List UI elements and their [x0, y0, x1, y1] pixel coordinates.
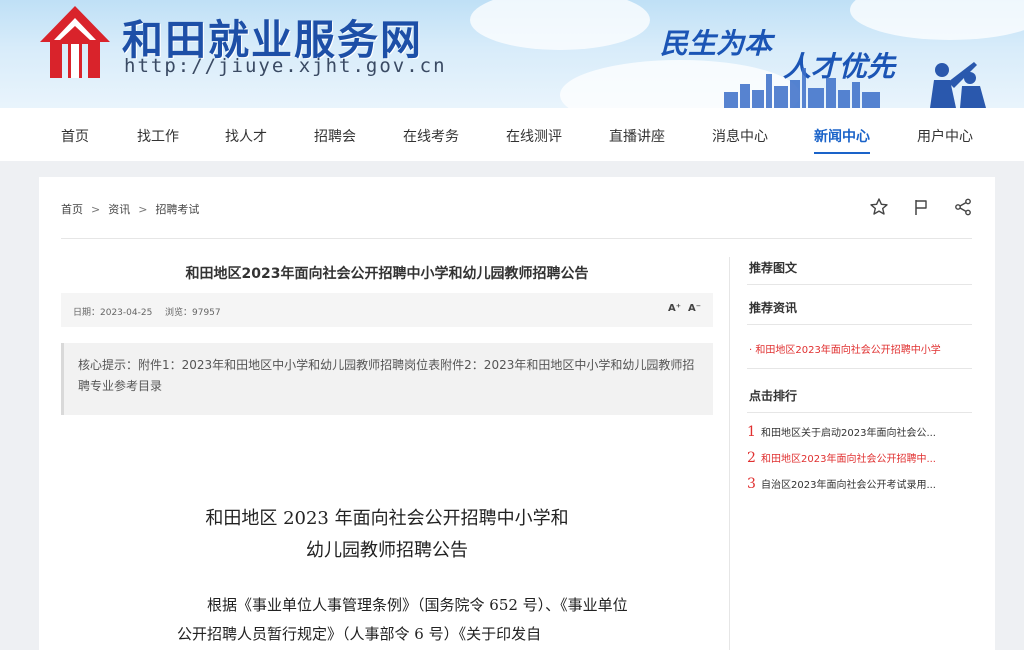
ranking-heading: 点击排行	[747, 379, 972, 413]
font-increase-button[interactable]: A⁺	[668, 303, 681, 314]
ranking-number: 2	[747, 450, 756, 466]
ranking-item[interactable]: 3 自治区2023年面向社会公开考试录用...	[747, 471, 972, 497]
ranking-text[interactable]: 自治区2023年面向社会公开考试录用...	[761, 473, 936, 497]
main-nav: 首页 找工作 找人才 招聘会 在线考务 在线测评 直播讲座 消息中心 新闻中心 …	[0, 108, 1024, 161]
article-date: 日期：2023-04-25	[73, 308, 153, 318]
ranking-text[interactable]: 和田地区关于启动2023年面向社会公...	[761, 421, 936, 445]
document-title: 和田地区 2023 年面向社会公开招聘中小学和 幼儿园教师招聘公告	[61, 503, 713, 567]
divider	[61, 238, 972, 239]
ranking-text[interactable]: 和田地区2023年面向社会公开招聘中...	[761, 447, 936, 471]
cloud-decoration	[850, 0, 1024, 40]
nav-live-lecture[interactable]: 直播讲座	[609, 126, 665, 146]
star-icon[interactable]	[869, 197, 889, 217]
recommended-news-item[interactable]: · 和田地区2023年面向社会公开招聘中小学	[747, 325, 972, 369]
sidebar: 推荐图文 推荐资讯 · 和田地区2023年面向社会公开招聘中小学 点击排行 1 …	[747, 251, 972, 497]
article-meta-bar: 日期：2023-04-25 浏览：97957 A⁺ A⁻	[61, 293, 713, 327]
nav-message-center[interactable]: 消息中心	[712, 126, 768, 146]
site-logo-icon[interactable]	[38, 4, 112, 80]
nav-user-center[interactable]: 用户中心	[917, 126, 973, 146]
nav-home[interactable]: 首页	[61, 126, 89, 146]
document-paragraph: 根据《事业单位人事管理条例》（国务院令 652 号）、《事业单位公开招聘人员暂行…	[177, 596, 628, 643]
ranking-number: 1	[747, 424, 756, 440]
ranking-item[interactable]: 2 和田地区2023年面向社会公开招聘中...	[747, 445, 972, 471]
article-toolbar	[869, 197, 973, 217]
font-decrease-button[interactable]: A⁻	[688, 303, 701, 314]
nav-find-job[interactable]: 找工作	[137, 126, 179, 146]
ranking-list: 1 和田地区关于启动2023年面向社会公... 2 和田地区2023年面向社会公…	[747, 413, 972, 497]
city-skyline-illustration	[724, 62, 986, 108]
recommended-news-heading: 推荐资讯	[747, 291, 972, 325]
nav-online-assessment[interactable]: 在线测评	[506, 126, 562, 146]
breadcrumb-recruitment-exam[interactable]: 招聘考试	[155, 201, 199, 217]
article-title: 和田地区2023年面向社会公开招聘中小学和幼儿园教师招聘公告	[185, 266, 589, 282]
article-view-count: 浏览：97957	[165, 308, 221, 318]
breadcrumb-news[interactable]: 资讯	[108, 201, 130, 217]
breadcrumb-separator: >	[138, 202, 148, 216]
document-title-line: 和田地区 2023 年面向社会公开招聘中小学和	[205, 508, 569, 529]
site-url: http://jiuye.xjht.gov.cn	[124, 55, 447, 77]
header-banner: 和田就业服务网 http://jiuye.xjht.gov.cn 民生为本 人才…	[0, 0, 1024, 108]
breadcrumb: 首页 > 资讯 > 招聘考试	[61, 201, 199, 217]
flag-icon[interactable]	[911, 197, 931, 217]
ranking-number: 3	[747, 476, 756, 492]
share-icon[interactable]	[953, 197, 973, 217]
nav-news-center[interactable]: 新闻中心	[814, 126, 870, 154]
nav-find-talent[interactable]: 找人才	[225, 126, 267, 146]
font-size-controls: A⁺ A⁻	[668, 303, 701, 314]
breadcrumb-separator: >	[91, 202, 101, 216]
recommended-images-heading: 推荐图文	[747, 251, 972, 285]
ranking-item[interactable]: 1 和田地区关于启动2023年面向社会公...	[747, 419, 972, 445]
slogan-primary: 民生为本	[660, 27, 773, 60]
article-summary: 核心提示：附件1：2023年和田地区中小学和幼儿园教师招聘岗位表附件2：2023…	[61, 343, 713, 415]
cloud-decoration	[470, 0, 650, 50]
nav-online-exam[interactable]: 在线考务	[403, 126, 459, 146]
nav-job-fair[interactable]: 招聘会	[314, 126, 356, 146]
document-title-line: 幼儿园教师招聘公告	[306, 540, 468, 561]
column-divider	[729, 257, 730, 650]
breadcrumb-home[interactable]: 首页	[61, 201, 83, 217]
content-panel: 首页 > 资讯 > 招聘考试 和田地区2023年面向社会公开招聘中小学和幼儿园教…	[39, 177, 995, 650]
